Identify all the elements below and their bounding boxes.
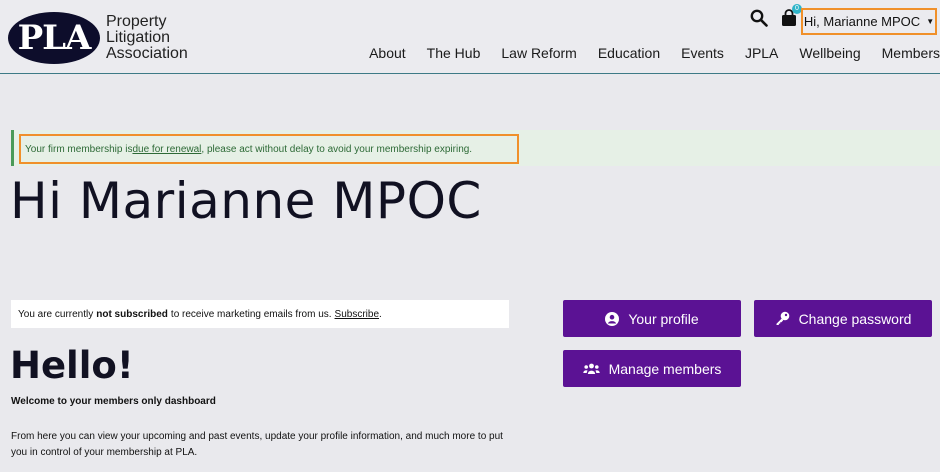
subscribe-text-before: You are currently bbox=[18, 308, 94, 320]
notice-text-after: , please act without delay to avoid your… bbox=[201, 143, 473, 155]
logo-line-3: Association bbox=[106, 45, 188, 62]
dashboard-welcome: Welcome to your members only dashboard bbox=[11, 396, 216, 407]
logo-line-2: Litigation bbox=[106, 29, 171, 46]
user-menu-label: Hi, Marianne MPOC bbox=[803, 14, 921, 29]
logo-line-1: Property bbox=[106, 13, 167, 30]
your-profile-label: Your profile bbox=[628, 310, 699, 327]
subscribe-link[interactable]: Subscribe bbox=[335, 309, 379, 320]
subscribe-status-bold: not subscribed bbox=[96, 308, 168, 320]
header-icons: 0 bbox=[750, 4, 802, 27]
nav-item-events[interactable]: Events bbox=[681, 45, 724, 61]
change-password-label: Change password bbox=[798, 310, 912, 327]
renewal-link[interactable]: due for renewal bbox=[132, 144, 201, 155]
cart-icon[interactable]: 0 bbox=[781, 4, 802, 27]
manage-members-button[interactable]: Manage members bbox=[563, 350, 741, 387]
nav-item-law-reform[interactable]: Law Reform bbox=[501, 45, 576, 61]
subscribe-period: . bbox=[379, 308, 382, 320]
notice-text-before: Your firm membership is bbox=[25, 143, 133, 155]
nav-item-the-hub[interactable]: The Hub bbox=[427, 45, 481, 61]
dashboard-intro: From here you can view your upcoming and… bbox=[11, 431, 503, 458]
user-circle-icon bbox=[605, 311, 620, 326]
renewal-notice: Your firm membership is due for renewal … bbox=[19, 134, 519, 164]
search-icon[interactable] bbox=[750, 9, 768, 27]
nav-item-about[interactable]: About bbox=[369, 45, 406, 61]
subscribe-text-after: to receive marketing emails from us. bbox=[170, 308, 332, 320]
nav-item-members[interactable]: Members bbox=[882, 45, 940, 61]
subscription-status: You are currently not subscribed to rece… bbox=[11, 300, 509, 328]
change-password-button[interactable]: Change password bbox=[754, 300, 932, 337]
manage-members-label: Manage members bbox=[608, 360, 722, 377]
logo-oval: PLA bbox=[8, 12, 100, 64]
page-title: Hi Marianne MPOC bbox=[10, 172, 482, 230]
user-menu-toggle[interactable]: Hi, Marianne MPOC ▼ bbox=[801, 8, 937, 35]
nav-item-education[interactable]: Education bbox=[598, 45, 660, 61]
logo-wordmark: Property Litigation Association bbox=[106, 14, 188, 62]
pla-logo[interactable]: PLA Property Litigation Association bbox=[8, 12, 188, 64]
key-icon bbox=[776, 311, 789, 325]
site-header: PLA Property Litigation Association 0 Hi… bbox=[0, 0, 940, 74]
nav-item-wellbeing[interactable]: Wellbeing bbox=[799, 45, 860, 61]
your-profile-button[interactable]: Your profile bbox=[563, 300, 741, 337]
dashboard-heading: Hello! bbox=[10, 344, 134, 387]
main-nav: About The Hub Law Reform Education Event… bbox=[369, 45, 940, 61]
chevron-down-icon: ▼ bbox=[926, 17, 935, 26]
users-icon bbox=[582, 363, 600, 374]
nav-item-jpla[interactable]: JPLA bbox=[745, 45, 778, 61]
